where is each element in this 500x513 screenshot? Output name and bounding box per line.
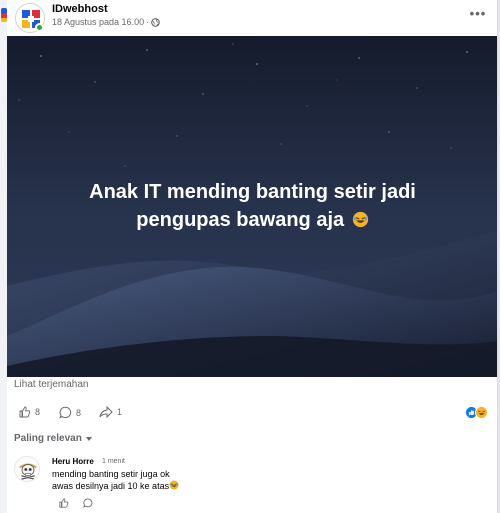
caption-line-2-wrap: pengupas bawang aja: [7, 206, 497, 234]
like-icon: [19, 406, 31, 418]
online-status-dot: [35, 23, 44, 32]
share-button[interactable]: 1: [99, 406, 122, 418]
sort-label: Paling relevan: [14, 433, 82, 444]
globe-icon: [151, 17, 160, 27]
post-meta: 18 Agustus pada 16.00 ·: [52, 17, 160, 27]
like-button[interactable]: 8: [19, 406, 40, 418]
skull-avatar-icon: [15, 457, 39, 481]
caption-line-1: Anak IT mending banting setir jadi: [89, 181, 416, 203]
comment-sort-dropdown[interactable]: Paling relevan: [14, 433, 92, 444]
see-translation-link[interactable]: Lihat terjemahan: [14, 379, 89, 390]
post-header: IDwebhost 18 Agustus pada 16.00 · •••: [7, 0, 497, 36]
laughing-emoji-icon: [352, 211, 368, 228]
left-strip: [0, 0, 7, 513]
comment-like-icon[interactable]: [59, 498, 69, 508]
comment-actions: [59, 498, 93, 508]
share-count: 1: [117, 407, 123, 417]
comment-button[interactable]: 8: [59, 406, 81, 419]
post-timestamp[interactable]: 18 Agustus pada 16.00: [52, 17, 144, 27]
comment-line-2: awas desilnya jadi 10 ke atas: [52, 481, 170, 491]
share-icon: [99, 406, 113, 418]
comment-reply-icon[interactable]: [83, 498, 93, 508]
comment-item: Heru Horre 1 menit mending banting setir…: [14, 454, 494, 508]
comment-count: 8: [76, 407, 82, 418]
comment-icon: [59, 406, 72, 419]
comment-text: mending banting setir juga ok awas desil…: [52, 468, 179, 492]
comment-line-2-wrap: awas desilnya jadi 10 ke atas: [52, 480, 179, 492]
meta-separator: ·: [146, 17, 150, 27]
image-caption: Anak IT mending banting setir jadi pengu…: [7, 178, 497, 234]
reaction-summary[interactable]: [465, 406, 488, 419]
more-options-button[interactable]: •••: [468, 6, 488, 26]
chevron-down-icon: [85, 436, 92, 441]
like-count: 8: [35, 407, 41, 417]
comment-line-1: mending banting setir juga ok: [52, 469, 170, 479]
commenter-avatar[interactable]: [14, 456, 40, 482]
haha-reaction-icon: [475, 406, 488, 419]
comment-time[interactable]: 1 menit: [102, 458, 125, 465]
page-name-link[interactable]: IDwebhost: [52, 3, 108, 15]
comment-author[interactable]: Heru Horre: [52, 457, 94, 466]
post-image[interactable]: Anak IT mending banting setir jadi pengu…: [7, 36, 497, 377]
post-card: IDwebhost 18 Agustus pada 16.00 · ••• An…: [7, 0, 498, 513]
reaction-bar: 8 8 1: [7, 402, 497, 424]
caption-line-2: pengupas bawang aja: [136, 209, 345, 231]
laughing-emoji-icon: [169, 480, 179, 490]
